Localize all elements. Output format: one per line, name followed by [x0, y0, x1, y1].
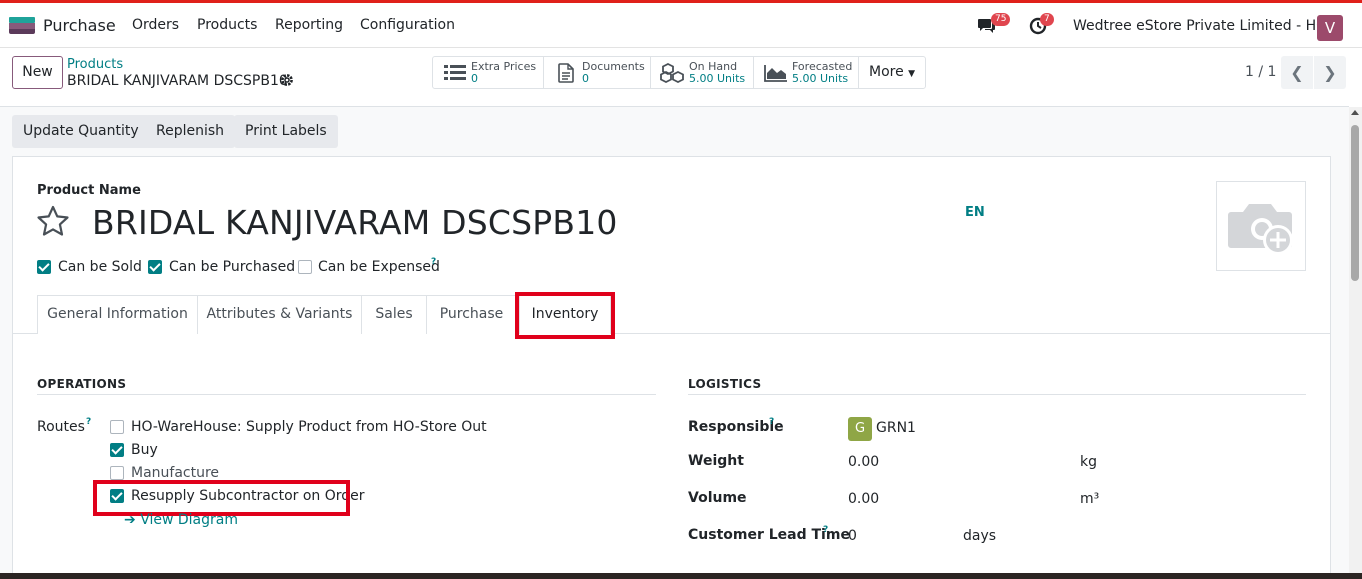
user-avatar[interactable]: V	[1317, 15, 1343, 41]
on-hand-button[interactable]: On Hand 5.00 Units	[650, 56, 754, 89]
routes-help-icon[interactable]: ?	[86, 417, 91, 427]
star-icon[interactable]	[36, 205, 70, 241]
route-manufacture-label: Manufacture	[131, 465, 220, 481]
route-ho-warehouse-label: HO-WareHouse: Supply Product from HO-Sto…	[131, 419, 487, 435]
pager-next-button[interactable]: ❯	[1314, 56, 1346, 89]
replenish-button[interactable]: Replenish	[145, 115, 236, 148]
update-quantity-button[interactable]: Update Quantity	[12, 115, 150, 148]
extra-prices-label: Extra Prices	[471, 59, 537, 73]
can-be-expensed-label: Can be Expensed	[318, 259, 440, 275]
chevron-left-icon: ❮	[1290, 63, 1304, 82]
scroll-up-arrow-icon[interactable]	[1351, 110, 1359, 115]
weight-field[interactable]: 0.00	[848, 454, 879, 470]
documents-button[interactable]: Documents 0	[543, 56, 651, 89]
operations-heading: OPERATIONS	[37, 377, 127, 391]
forecasted-button[interactable]: Forecasted 5.00 Units	[753, 56, 859, 89]
responsible-avatar: G	[848, 417, 872, 441]
view-diagram-link[interactable]: ➔ View Diagram	[124, 512, 238, 528]
can-be-purchased-checkbox[interactable]	[148, 260, 162, 274]
menu-reporting[interactable]: Reporting	[275, 17, 343, 33]
can-be-sold-label: Can be Sold	[58, 259, 142, 275]
cubes-icon	[660, 62, 686, 83]
inventory-tab-highlight	[515, 292, 615, 339]
can-be-purchased-label: Can be Purchased	[169, 259, 296, 275]
extra-prices-value: 0	[471, 71, 478, 85]
logistics-heading: LOGISTICS	[688, 377, 762, 391]
chevron-right-icon: ❯	[1323, 63, 1337, 82]
area-chart-icon	[763, 63, 789, 83]
weight-label: Weight	[688, 453, 744, 469]
customer-lead-time-field[interactable]: 0	[848, 528, 857, 544]
menu-configuration[interactable]: Configuration	[360, 17, 455, 33]
more-label: More	[869, 64, 904, 80]
lead-time-help-icon[interactable]: ?	[823, 525, 828, 535]
app-name[interactable]: Purchase	[43, 16, 116, 35]
arrow-right-icon: ➔	[124, 512, 136, 528]
product-name-label: Product Name	[37, 183, 141, 198]
volume-unit: m³	[1080, 491, 1100, 507]
print-labels-button[interactable]: Print Labels	[234, 115, 338, 148]
responsible-field[interactable]: GRN1	[876, 420, 916, 436]
tab-purchase[interactable]: Purchase	[426, 295, 517, 334]
tab-sales[interactable]: Sales	[361, 295, 427, 334]
route-manufacture-checkbox[interactable]	[110, 466, 124, 480]
can-be-sold-checkbox[interactable]	[37, 260, 51, 274]
app-menu-icon[interactable]	[9, 17, 35, 34]
tab-general-information[interactable]: General Information	[37, 295, 198, 334]
on-hand-value: 5.00 Units	[689, 71, 746, 85]
pager-value[interactable]: 1 / 1	[1245, 64, 1276, 80]
help-tooltip-icon[interactable]: ?	[431, 257, 436, 267]
scrollbar-thumb[interactable]	[1351, 125, 1359, 281]
documents-label: Documents	[582, 59, 645, 73]
logistics-divider	[688, 394, 1306, 395]
view-diagram-label: View Diagram	[140, 512, 238, 528]
route-buy-label: Buy	[131, 442, 158, 458]
weight-unit: kg	[1080, 454, 1097, 470]
menu-orders[interactable]: Orders	[132, 17, 179, 33]
caret-down-icon: ▼	[908, 69, 916, 79]
product-name-field[interactable]: BRIDAL KANJIVARAM DSCSPB10	[92, 203, 618, 242]
tab-attributes-variants[interactable]: Attributes & Variants	[197, 295, 362, 334]
document-icon	[553, 62, 579, 83]
breadcrumb-current: BRIDAL KANJIVARAM DSCSPB10	[67, 73, 288, 89]
operations-divider	[37, 394, 656, 395]
volume-field[interactable]: 0.00	[848, 491, 879, 507]
volume-label: Volume	[688, 490, 747, 506]
camera-add-icon	[1217, 204, 1307, 276]
more-button[interactable]: More ▼	[858, 56, 926, 89]
pager-previous-button[interactable]: ❮	[1281, 56, 1313, 89]
can-be-expensed-checkbox[interactable]	[298, 260, 312, 274]
language-button[interactable]: EN	[965, 205, 985, 220]
route-buy-checkbox[interactable]	[110, 443, 124, 457]
breadcrumb-products[interactable]: Products	[67, 57, 123, 72]
menu-products[interactable]: Products	[197, 17, 257, 33]
company-switcher[interactable]: Wedtree eStore Private Limited - HO	[1073, 18, 1327, 34]
resupply-route-highlight	[93, 480, 350, 516]
routes-label: Routes	[37, 419, 85, 435]
forecasted-value: 5.00 Units	[792, 71, 849, 85]
product-image[interactable]	[1216, 181, 1306, 271]
new-button[interactable]: New	[12, 56, 63, 89]
activities-badge: 7	[1040, 13, 1054, 26]
os-taskbar	[0, 573, 1362, 579]
lead-time-unit: days	[963, 528, 997, 544]
on-hand-label: On Hand	[689, 59, 738, 73]
gear-icon[interactable]	[280, 73, 294, 91]
list-icon	[442, 63, 468, 83]
documents-value: 0	[582, 71, 589, 85]
extra-prices-button[interactable]: Extra Prices 0	[432, 56, 544, 89]
forecasted-label: Forecasted	[792, 59, 853, 73]
responsible-help-icon[interactable]: ?	[769, 417, 774, 427]
top-navbar: Purchase Orders Products Reporting Confi…	[0, 0, 1362, 48]
messages-badge: 75	[991, 13, 1011, 26]
route-ho-warehouse-checkbox[interactable]	[110, 420, 124, 434]
